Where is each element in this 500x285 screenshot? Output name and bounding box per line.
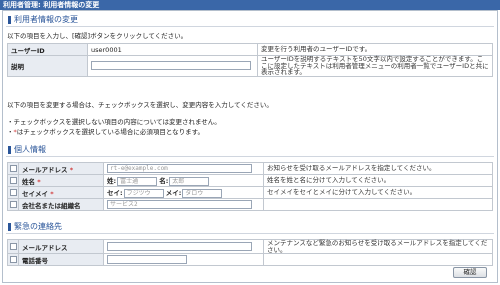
phone-label: 電話番号 <box>18 253 104 266</box>
required-mark: * <box>50 189 54 198</box>
section-title-user-info: 利用者情報の変更 <box>6 14 494 27</box>
email-input[interactable]: rt-e@example.com <box>107 164 252 173</box>
confirm-button[interactable]: 確認 <box>453 267 487 278</box>
note-required-text: ・*はチェックボックスを選択している場合に必須項目となります。 <box>7 128 205 136</box>
kana-label: セイメイ * <box>18 186 104 199</box>
section-title-personal: 個人情報 <box>6 144 494 157</box>
sei-kana-label: セイ: <box>107 189 123 198</box>
description-desc: ユーザーIDを説明するテキストを50文字以内で設定することができます。ここに設定… <box>257 55 493 77</box>
name-checkbox[interactable] <box>9 177 17 184</box>
userid-value: user0001 <box>87 43 258 56</box>
instruction-text: 以下の項目を入力し、[確認]ボタンをクリックしてください。 <box>7 32 188 40</box>
email-desc: お知らせを受け取るメールアドレスを指定してください。 <box>263 162 493 175</box>
table-row: 姓名 * 姓: 富士通 名: 太郎 姓名を姓と名に分けて入力してください。 <box>7 174 493 187</box>
org-cell: サービス2 <box>103 198 264 211</box>
kana-checkbox[interactable] <box>9 189 17 196</box>
note-unchecked: ・チェックボックスを選択しない項目の内容については変更されません。 <box>7 118 221 126</box>
description-label: 説明 <box>7 55 88 77</box>
personal-info-table: メールアドレス * rt-e@example.com お知らせを受け取るメールア… <box>7 162 493 211</box>
phone-desc <box>263 253 493 266</box>
userid-label: ユーザーID <box>7 43 88 56</box>
user-info-table: ユーザーID user0001 変更を行う利用者のユーザーIDです。 説明 ユー… <box>7 43 493 77</box>
section-title-emergency: 緊急の連絡先 <box>6 221 494 234</box>
required-mark: * <box>13 128 17 136</box>
change-instruction: 以下の項目を変更する場合は、チェックボックスを選択し、変更内容を入力してください… <box>7 101 273 109</box>
name-label: 姓名 * <box>18 174 104 187</box>
org-checkbox[interactable] <box>9 201 17 208</box>
phone-cell <box>103 253 264 266</box>
email-label-text: メールアドレス <box>22 165 68 174</box>
window-title: 利用者管理: 利用者情報の変更 <box>0 0 500 10</box>
emergency-email-desc: メンテナンスなど緊急のお知らせを受け取るメールアドレスを指定してください。 <box>263 239 493 254</box>
table-row: 説明 ユーザーIDを説明するテキストを50文字以内で設定することができます。ここ… <box>7 55 493 77</box>
sei-kana-input[interactable]: フジツウ <box>123 188 164 198</box>
name-cell: 姓: 富士通 名: 太郎 <box>103 174 264 187</box>
email-label: メールアドレス * <box>18 162 104 175</box>
phone-checkbox-cell <box>7 253 19 266</box>
main-panel: 利用者情報の変更 以下の項目を入力し、[確認]ボタンをクリックしてください。 ユ… <box>2 10 498 283</box>
emergency-email-label: メールアドレス <box>18 239 104 254</box>
phone-checkbox[interactable] <box>9 256 17 263</box>
kana-checkbox-cell <box>7 186 19 199</box>
table-row: メールアドレス メンテナンスなど緊急のお知らせを受け取るメールアドレスを指定して… <box>7 239 493 254</box>
org-desc <box>263 198 493 211</box>
sei-label: 姓: <box>107 177 117 186</box>
mei-kana-input[interactable]: タロウ <box>182 188 223 198</box>
table-row: メールアドレス * rt-e@example.com お知らせを受け取るメールア… <box>7 162 493 175</box>
email-checkbox-cell <box>7 162 19 175</box>
emergency-table: メールアドレス メンテナンスなど緊急のお知らせを受け取るメールアドレスを指定して… <box>7 239 493 266</box>
table-row: 電話番号 <box>7 253 493 266</box>
description-input[interactable] <box>91 61 251 71</box>
org-checkbox-cell <box>7 198 19 211</box>
userid-desc: 変更を行う利用者のユーザーIDです。 <box>257 43 493 56</box>
note-required: ・*はチェックボックスを選択している場合に必須項目となります。 <box>7 128 204 136</box>
phone-input[interactable] <box>107 255 187 264</box>
emergency-email-cell <box>103 239 264 254</box>
sei-input[interactable]: 富士通 <box>117 176 158 186</box>
name-desc: 姓名を姓と名に分けて入力してください。 <box>263 174 493 187</box>
emergency-email-checkbox-cell <box>7 239 19 254</box>
kana-desc: セイメイをセイとメイに分けて入力してください。 <box>263 186 493 199</box>
org-label: 会社名または組織名 <box>18 198 104 211</box>
name-label-text: 姓名 <box>22 177 35 186</box>
table-row: セイメイ * セイ: フジツウ メイ: タロウ セイメイをセイとメイに分けて入力して… <box>7 186 493 199</box>
email-cell: rt-e@example.com <box>103 162 264 175</box>
required-mark: * <box>69 165 74 174</box>
emergency-email-input[interactable] <box>107 242 252 251</box>
table-row: 会社名または組織名 サービス2 <box>7 198 493 211</box>
mei-kana-label: メイ: <box>165 189 182 198</box>
mei-input[interactable]: 太郎 <box>169 176 210 186</box>
name-checkbox-cell <box>7 174 19 187</box>
kana-cell: セイ: フジツウ メイ: タロウ <box>103 186 264 199</box>
emergency-email-checkbox[interactable] <box>9 243 17 250</box>
kana-label-text: セイメイ <box>22 189 48 198</box>
mei-label: 名: <box>159 177 169 186</box>
table-row: ユーザーID user0001 変更を行う利用者のユーザーIDです。 <box>7 43 493 56</box>
email-checkbox[interactable] <box>9 165 17 172</box>
description-cell <box>87 55 258 77</box>
org-input[interactable]: サービス2 <box>107 200 252 209</box>
required-mark: * <box>37 177 41 186</box>
